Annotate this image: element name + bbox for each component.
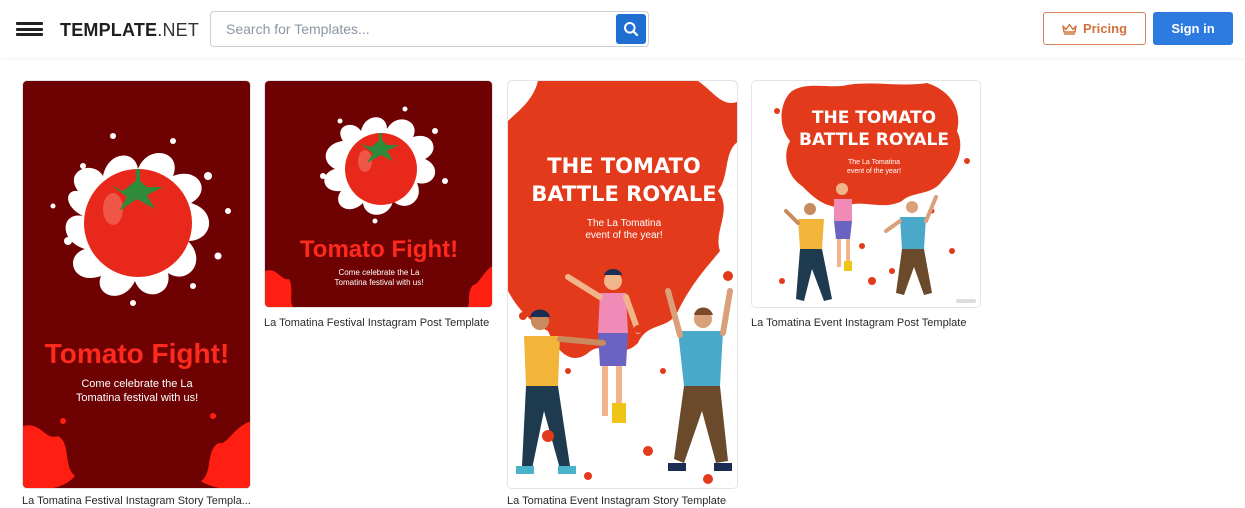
template-caption[interactable]: La Tomatina Event Instagram Post Templat… xyxy=(751,317,966,329)
tomato-illustration xyxy=(84,169,192,277)
logo-bold-text: TEMPLATE xyxy=(60,20,158,40)
sign-in-button[interactable]: Sign in xyxy=(1153,12,1233,45)
search-button[interactable] xyxy=(616,14,646,44)
card-subtext-line2: event of the year! xyxy=(847,168,901,175)
template-caption[interactable]: La Tomatina Festival Instagram Post Temp… xyxy=(264,317,489,329)
logo-light-text: .NET xyxy=(157,20,200,40)
sign-in-label: Sign in xyxy=(1171,21,1215,36)
template-caption[interactable]: La Tomatina Event Instagram Story Templa… xyxy=(507,495,726,507)
pricing-label: Pricing xyxy=(1082,21,1128,36)
search-icon xyxy=(624,22,639,37)
search-input[interactable] xyxy=(211,12,611,46)
card-subtext-line1: Come celebrate the La xyxy=(81,378,193,390)
tomato-illustration xyxy=(345,133,417,205)
template-card-event-story[interactable]: THE TOMATO BATTLE ROYALE The La Tomatina… xyxy=(507,80,738,507)
crown-icon xyxy=(1062,23,1077,35)
template-card-event-post[interactable]: THE TOMATO BATTLE ROYALE The La Tomatina… xyxy=(751,80,981,330)
template-thumbnail[interactable]: Tomato Fight! Come celebrate the La Toma… xyxy=(264,80,493,308)
template-card-festival-story[interactable]: Tomato Fight! Come celebrate the La Toma… xyxy=(22,80,251,507)
top-header: TEMPLATE.NET Pricing Sign in xyxy=(0,0,1245,58)
site-logo[interactable]: TEMPLATE.NET xyxy=(60,20,199,41)
card-headline-line2: BATTLE ROYALE xyxy=(531,182,716,206)
card-subtext-line2: Tomatina festival with us! xyxy=(335,278,424,287)
template-card-festival-post[interactable]: Tomato Fight! Come celebrate the La Toma… xyxy=(264,80,493,330)
card-subtext-line2: Tomatina festival with us! xyxy=(76,392,198,404)
card-headline: Tomato Fight! xyxy=(45,338,230,369)
card-subtext-line1: The La Tomatina xyxy=(587,218,662,229)
search-bar xyxy=(210,11,649,47)
card-headline-line1: THE TOMATO xyxy=(547,154,700,178)
card-subtext-line2: event of the year! xyxy=(585,230,662,241)
template-thumbnail[interactable]: THE TOMATO BATTLE ROYALE The La Tomatina… xyxy=(751,80,981,308)
card-headline-line1: THE TOMATO xyxy=(812,108,936,128)
template-thumbnail[interactable]: THE TOMATO BATTLE ROYALE The La Tomatina… xyxy=(507,80,738,489)
card-subtext-line1: The La Tomatina xyxy=(848,159,900,166)
pricing-button[interactable]: Pricing xyxy=(1043,12,1146,45)
template-thumbnail[interactable]: Tomato Fight! Come celebrate the La Toma… xyxy=(22,80,251,489)
template-caption[interactable]: La Tomatina Festival Instagram Story Tem… xyxy=(22,495,251,507)
card-headline-line2: BATTLE ROYALE xyxy=(799,130,949,150)
card-subtext-line1: Come celebrate the La xyxy=(339,268,420,277)
card-headline: Tomato Fight! xyxy=(300,236,458,263)
hamburger-menu-icon[interactable] xyxy=(16,22,43,36)
